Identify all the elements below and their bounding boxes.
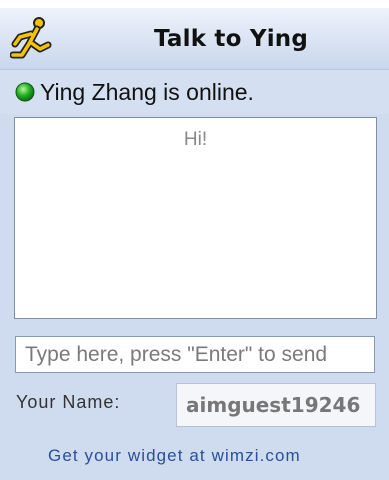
aim-running-man-icon xyxy=(10,17,52,59)
status-row: Ying Zhang is online. xyxy=(0,70,389,114)
widget-header: Talk to Ying xyxy=(0,8,389,70)
chat-message: Hi! xyxy=(183,129,208,150)
your-name-label: Your Name: xyxy=(16,392,121,412)
get-widget-link[interactable]: Get your widget at wimzi.com xyxy=(48,446,301,466)
chat-history[interactable]: Hi! xyxy=(14,117,377,319)
online-status-icon xyxy=(15,82,35,102)
message-input[interactable] xyxy=(15,336,375,373)
widget-title: Talk to Ying xyxy=(154,26,309,52)
status-text: Ying Zhang is online. xyxy=(40,79,254,105)
name-input[interactable] xyxy=(176,383,376,427)
top-border xyxy=(0,0,389,8)
chat-widget: Talk to Ying Ying Zhang is online. Hi! Y… xyxy=(0,0,389,480)
